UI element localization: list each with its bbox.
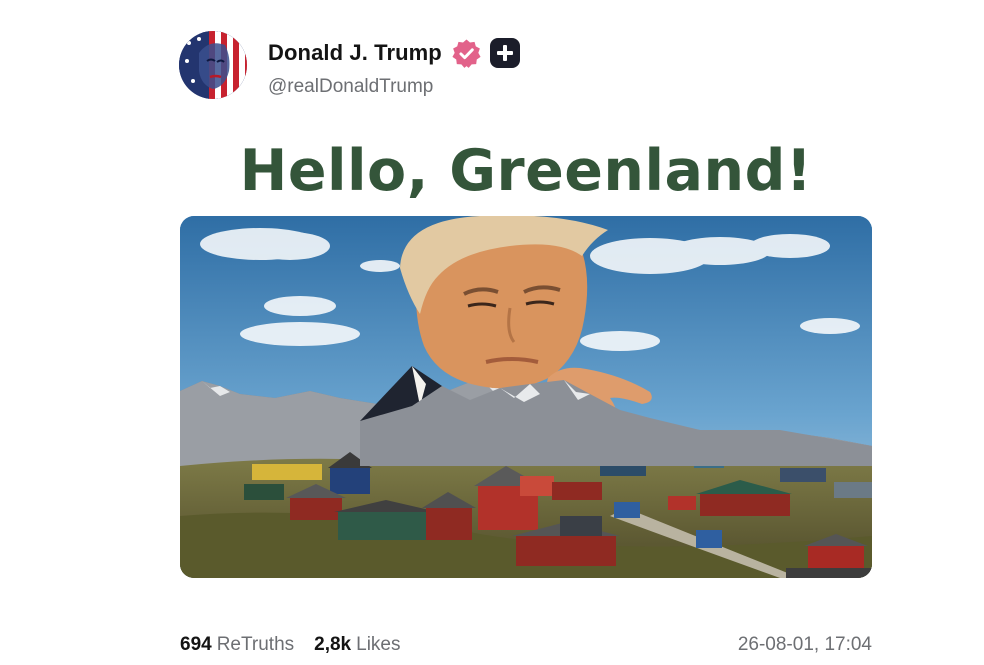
retruths-label[interactable]: ReTruths <box>217 634 294 656</box>
post-card: Donald J. Trump @realDonaldTrump Hello, … <box>0 0 984 665</box>
likes-label[interactable]: Likes <box>356 634 400 656</box>
author-display-name[interactable]: Donald J. Trump <box>268 40 442 66</box>
post-image[interactable] <box>180 216 872 578</box>
author-name-row: Donald J. Trump <box>268 38 520 68</box>
post-timestamp[interactable]: 26-08-01, 17:04 <box>738 634 872 656</box>
likes-count[interactable]: 2,8k <box>314 634 351 656</box>
avatar-image <box>179 31 247 99</box>
retruths-count[interactable]: 694 <box>180 634 212 656</box>
plus-badge-icon <box>489 38 520 68</box>
post-stats: 694 ReTruths 2,8k Likes <box>180 634 400 660</box>
post-headline: Hello, Greenland! <box>239 138 813 204</box>
author-handle[interactable]: @realDonaldTrump <box>268 76 433 98</box>
person-illustration <box>360 216 872 466</box>
avatar[interactable] <box>179 31 247 99</box>
verified-badge-icon <box>452 38 481 68</box>
